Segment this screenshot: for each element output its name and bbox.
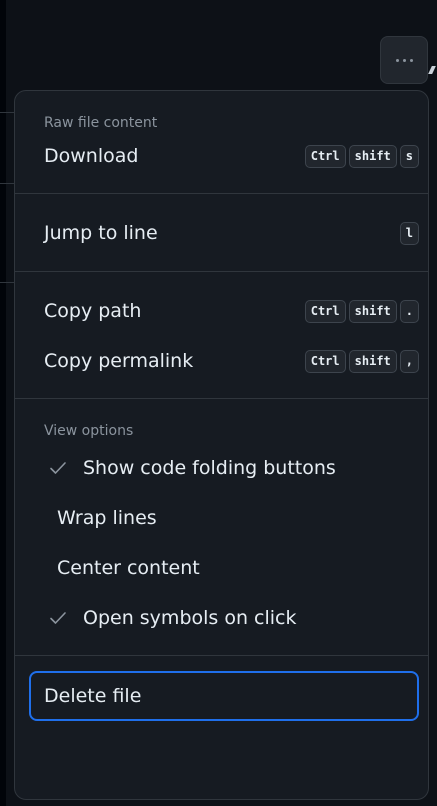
key-shift: shift	[348, 299, 397, 323]
key-comma: ,	[399, 349, 419, 373]
delete-file-button[interactable]: Delete file	[29, 671, 419, 721]
keyboard-shortcut: l	[399, 221, 419, 245]
menu-item-label: Copy path	[44, 300, 142, 322]
key-shift: shift	[348, 144, 397, 168]
key-ctrl: Ctrl	[304, 299, 346, 323]
page-edge	[0, 0, 6, 806]
menu-item-label: Center content	[57, 557, 200, 579]
section-header-view-options: View options	[44, 423, 134, 439]
file-actions-menu: Raw file content Download Ctrl shift s J…	[14, 90, 429, 800]
menu-item-open-symbols-on-click[interactable]: Open symbols on click	[15, 593, 428, 643]
menu-item-label: Copy permalink	[44, 350, 194, 372]
menu-item-center-content[interactable]: Center content	[15, 543, 428, 593]
section-header-raw-file-content: Raw file content	[44, 115, 158, 131]
menu-item-show-code-folding-buttons[interactable]: Show code folding buttons	[15, 443, 428, 493]
menu-item-jump-to-line[interactable]: Jump to line l	[15, 208, 428, 258]
check-icon	[49, 461, 71, 475]
menu-item-download[interactable]: Download Ctrl shift s	[15, 131, 428, 181]
menu-item-label: Jump to line	[44, 222, 158, 244]
menu-item-copy-permalink[interactable]: Copy permalink Ctrl shift ,	[15, 336, 428, 386]
background-divider	[0, 112, 14, 113]
menu-item-copy-path[interactable]: Copy path Ctrl shift .	[15, 286, 428, 336]
more-options-button[interactable]	[380, 36, 428, 84]
menu-item-wrap-lines[interactable]: Wrap lines	[15, 493, 428, 543]
check-icon	[49, 611, 71, 625]
background-divider	[0, 282, 14, 283]
key-l: l	[399, 221, 419, 245]
keyboard-shortcut: Ctrl shift s	[304, 144, 419, 168]
key-ctrl: Ctrl	[304, 349, 346, 373]
key-period: .	[399, 299, 419, 323]
menu-item-label: Wrap lines	[57, 507, 157, 529]
keyboard-shortcut: Ctrl shift ,	[304, 349, 419, 373]
key-shift: shift	[348, 349, 397, 373]
menu-item-label: Download	[44, 145, 139, 167]
kebab-horizontal-icon	[395, 58, 413, 62]
mouse-cursor	[428, 66, 436, 74]
keyboard-shortcut: Ctrl shift .	[304, 299, 419, 323]
menu-item-label: Open symbols on click	[83, 607, 297, 629]
menu-item-label: Show code folding buttons	[83, 457, 336, 479]
key-ctrl: Ctrl	[304, 144, 346, 168]
background-divider	[0, 183, 14, 184]
key-s: s	[399, 144, 419, 168]
